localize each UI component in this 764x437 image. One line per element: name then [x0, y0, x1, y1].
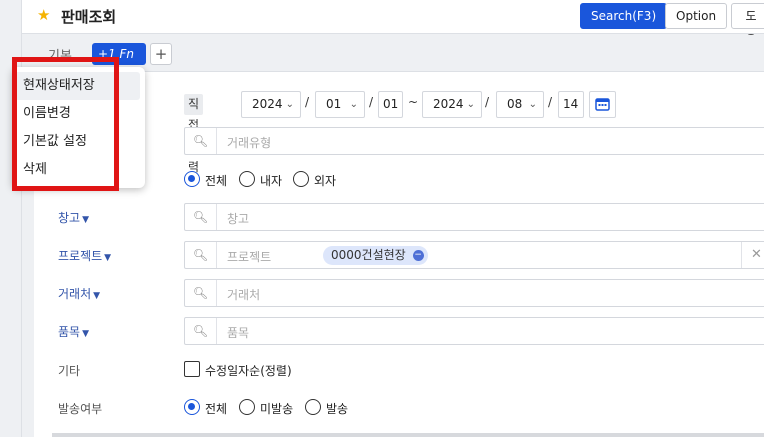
shipping-radio-all[interactable]	[184, 399, 200, 415]
domestic-option-label: 전체	[205, 174, 228, 188]
end-day-value: 14	[563, 97, 579, 111]
customer-label-text: 거래처	[58, 287, 92, 301]
menu-item-set-default[interactable]: 기본값 설정	[15, 128, 140, 156]
help-button[interactable]: 도움	[731, 3, 764, 47]
end-year-value: 2024	[433, 97, 464, 111]
item-placeholder: 품목	[227, 326, 250, 340]
item-label[interactable]: 품목 ▼	[58, 323, 89, 340]
chevron-down-icon: ⌄	[349, 99, 358, 110]
menu-item-save-current-state[interactable]: 현재상태저장	[15, 72, 140, 100]
search-icon[interactable]: 🔍︎	[185, 280, 217, 306]
calendar-button[interactable]	[589, 91, 616, 118]
shipping-option-label: 발송	[326, 402, 349, 416]
project-placeholder: 프로젝트	[227, 250, 272, 264]
domestic-option-label: 내자	[260, 174, 283, 188]
item-input[interactable]: 🔍︎ 품목	[184, 317, 764, 345]
project-chip-label: 0000건설현장	[331, 248, 406, 262]
transaction-type-placeholder: 거래유형	[227, 136, 272, 150]
start-day-value: 01	[383, 97, 399, 111]
chevron-down-icon: ⌄	[528, 99, 537, 110]
page-header: ★ 판매조회 Search(F3) Option 도움	[22, 0, 764, 47]
project-input[interactable]: 🔍︎ 프로젝트 0000건설현장 − ✕	[184, 241, 764, 269]
search-icon[interactable]: 🔍︎	[185, 128, 217, 154]
item-label-text: 품목	[58, 325, 81, 339]
search-icon[interactable]: 🔍︎	[185, 204, 217, 230]
other-row: 기타 수정일자순(정렬)	[34, 356, 764, 386]
menu-item-rename[interactable]: 이름변경	[15, 100, 140, 128]
domestic-option-label: 외자	[314, 174, 337, 188]
project-chip[interactable]: 0000건설현장 −	[323, 246, 428, 265]
customer-row: 거래처 ▼ 🔍︎ 거래처	[34, 279, 764, 309]
transaction-type-input[interactable]: 🔍︎ 거래유형	[184, 127, 764, 155]
shipping-option-label: 미발송	[260, 402, 294, 416]
warehouse-label[interactable]: 창고 ▼	[58, 209, 89, 226]
other-label: 기타	[58, 364, 81, 378]
project-row: 프로젝트 ▼ 🔍︎ 프로젝트 0000건설현장 − ✕	[34, 241, 764, 271]
item-row: 품목 ▼ 🔍︎ 품목	[34, 317, 764, 347]
start-month-select[interactable]: 01 ⌄	[315, 91, 365, 118]
domestic-radio-foreign[interactable]	[293, 171, 309, 187]
favorite-star-icon[interactable]: ★	[37, 6, 50, 24]
clear-icon[interactable]: ✕	[741, 242, 764, 268]
caret-down-icon: ▼	[104, 253, 112, 263]
horizontal-scrollbar[interactable]	[52, 433, 764, 437]
option-button[interactable]: Option	[665, 3, 728, 29]
shipping-radio-sent[interactable]	[305, 399, 321, 415]
date-slash: /	[485, 95, 490, 109]
remove-chip-icon[interactable]: −	[412, 250, 424, 261]
caret-down-icon: ▼	[93, 291, 101, 301]
calendar-icon	[595, 98, 610, 111]
domestic-radio-domestic[interactable]	[239, 171, 255, 187]
shipping-label: 발송여부	[58, 402, 103, 416]
date-slash: /	[305, 95, 310, 109]
chevron-down-icon: ⌄	[285, 99, 294, 110]
customer-label[interactable]: 거래처 ▼	[58, 285, 100, 302]
caret-down-icon: ▼	[82, 215, 90, 225]
warehouse-label-text: 창고	[58, 211, 81, 225]
date-mode-label[interactable]: 직접입력	[184, 94, 204, 174]
add-tab-button[interactable]: +	[150, 43, 172, 65]
warehouse-input[interactable]: 🔍︎ 창고	[184, 203, 764, 231]
end-year-select[interactable]: 2024 ⌄	[422, 91, 482, 118]
shipping-radio-unsent[interactable]	[239, 399, 255, 415]
start-year-value: 2024	[252, 97, 283, 111]
warehouse-row: 창고 ▼ 🔍︎ 창고	[34, 203, 764, 233]
chevron-down-icon: ⌄	[466, 99, 475, 110]
end-month-value: 08	[507, 97, 523, 111]
start-year-select[interactable]: 2024 ⌄	[241, 91, 301, 118]
range-separator: ~	[408, 95, 419, 109]
search-tab-bar: 기본 +1 Fn +	[22, 35, 764, 71]
start-day-input[interactable]: 01	[378, 91, 403, 118]
project-label[interactable]: 프로젝트 ▼	[58, 247, 111, 264]
shipping-row: 발송여부 전체 미발송 발송	[34, 394, 764, 424]
start-month-value: 01	[326, 97, 342, 111]
sort-by-modified-checkbox[interactable]	[184, 361, 200, 377]
warehouse-placeholder: 창고	[227, 212, 250, 226]
end-day-input[interactable]: 14	[558, 91, 584, 118]
search-icon[interactable]: 🔍︎	[185, 242, 217, 268]
customer-placeholder: 거래처	[227, 288, 261, 302]
customer-input[interactable]: 🔍︎ 거래처	[184, 279, 764, 307]
date-slash: /	[548, 95, 553, 109]
tab-fn[interactable]: +1 Fn	[92, 43, 146, 65]
tab-context-menu: 현재상태저장 이름변경 기본값 설정 삭제	[12, 67, 145, 188]
menu-item-delete[interactable]: 삭제	[15, 156, 140, 184]
shipping-option-label: 전체	[205, 402, 228, 416]
sort-by-modified-label: 수정일자순(정렬)	[205, 364, 292, 378]
project-label-text: 프로젝트	[58, 249, 103, 263]
search-button[interactable]: Search(F3)	[580, 3, 668, 29]
caret-down-icon: ▼	[82, 329, 90, 339]
search-icon[interactable]: 🔍︎	[185, 318, 217, 344]
page-title: 판매조회	[61, 8, 117, 26]
tab-basic[interactable]: 기본	[48, 45, 72, 64]
domestic-radio-all[interactable]	[184, 171, 200, 187]
left-sidebar-strip	[0, 0, 22, 437]
date-slash: /	[369, 95, 374, 109]
end-month-select[interactable]: 08 ⌄	[496, 91, 544, 118]
